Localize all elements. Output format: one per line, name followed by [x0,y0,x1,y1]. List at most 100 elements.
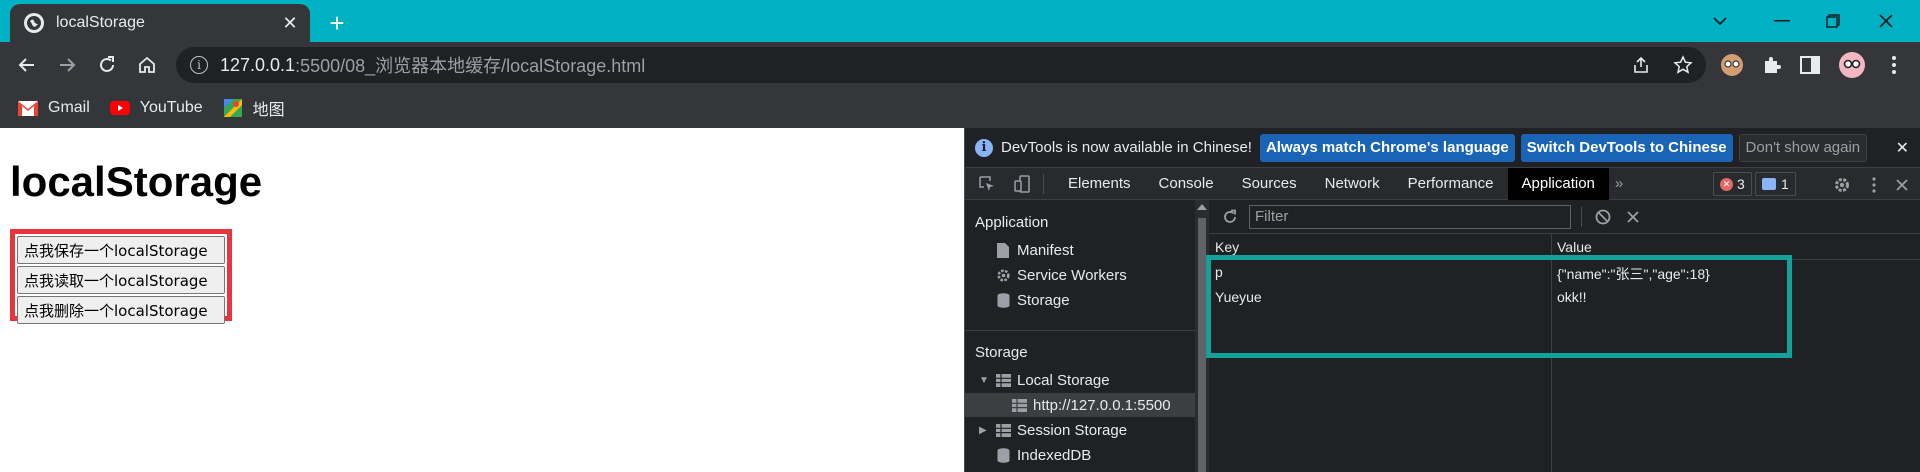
sidebar-item-label: Manifest [1017,241,1074,259]
table-row[interactable]: Yueyue okk!! [1209,285,1920,310]
refresh-icon[interactable] [1217,204,1243,230]
youtube-icon [109,100,130,116]
extension-avatar-icon[interactable] [1718,51,1746,79]
column-header-value[interactable]: Value [1557,239,1592,255]
match-language-button[interactable]: Always match Chrome's language [1259,133,1515,162]
database-icon [995,292,1011,308]
column-header-key[interactable]: Key [1215,239,1239,255]
sidebar-item-service-workers[interactable]: Service Workers [995,263,1127,287]
save-localstorage-button[interactable]: 点我保存一个localStorage [17,236,225,264]
home-icon[interactable] [132,50,162,80]
cell-key: p [1215,264,1223,280]
message-count: 1 [1781,176,1789,192]
bookmark-label: Gmail [48,99,90,116]
close-window-icon[interactable] [1866,6,1906,36]
sidebar-item-storage[interactable]: Storage [995,288,1070,312]
close-tab-icon[interactable]: ✕ [278,11,302,35]
tab-console[interactable]: Console [1145,168,1228,200]
tab-separator [1043,173,1044,194]
sidebar-item-local-origin[interactable]: http://127.0.0.1:5500 [1011,393,1171,417]
back-icon[interactable] [12,50,42,80]
sidebar-item-label: Session Storage [1017,421,1128,439]
url-path: :5500/08_浏览器本地缓存/localStorage.html [295,56,646,76]
gmail-icon [18,100,38,116]
sidebar-item-label: Local Storage [1017,371,1110,389]
filter-input[interactable]: Filter [1249,204,1571,229]
page-heading: localStorage [10,158,263,205]
devtools-panel: i DevTools is now available in Chinese! … [964,128,1920,472]
sidebar-item-session-storage[interactable]: ▶ Session Storage [979,418,1127,442]
grid-icon [995,422,1011,438]
devtools-tab-bar: Elements Console Sources Network Perform… [965,167,1920,200]
scrollbar-thumb[interactable] [1198,218,1206,472]
message-icon [1762,178,1776,190]
sidebar-item-indexeddb[interactable]: IndexedDB [995,443,1091,467]
delete-localstorage-button[interactable]: 点我删除一个localStorage [17,296,225,324]
address-bar[interactable]: i 127.0.0.1:5500/08_浏览器本地缓存/localStorage… [176,47,1706,83]
tab-elements[interactable]: Elements [1054,168,1145,200]
menu-dots-icon[interactable] [1880,51,1908,79]
application-sidebar: Application Manifest Service Workers Sto… [965,200,1195,472]
sidebar-scrollbar[interactable] [1195,200,1209,472]
reload-icon[interactable] [92,50,122,80]
new-tab-button[interactable]: + [322,8,352,38]
collapse-arrow-icon[interactable]: ▶ [979,425,991,436]
devtools-menu-icon[interactable] [1863,174,1885,196]
minimize-icon[interactable] [1762,6,1802,36]
storage-table: Key Value p {"name":"张三","age":18} Yueyu… [1209,234,1920,472]
bookmark-label: 地图 [252,102,285,119]
site-info-icon[interactable]: i [190,56,208,74]
sidebar-item-manifest[interactable]: Manifest [995,238,1074,262]
expand-arrow-icon[interactable]: ▼ [979,375,991,386]
cell-value: {"name":"张三","age":18} [1557,266,1710,282]
bookmark-maps[interactable]: 地图 [223,96,285,120]
sidebar-item-label: Service Workers [1017,266,1127,284]
tab-application[interactable]: Application [1507,167,1609,200]
delete-selected-icon[interactable] [1622,206,1644,228]
share-icon[interactable] [1626,50,1656,80]
bookmark-label: YouTube [139,99,203,116]
close-devtools-icon[interactable] [1891,174,1913,196]
extensions-puzzle-icon[interactable] [1758,51,1786,79]
storage-toolbar: Filter [1209,200,1920,234]
page-viewport: localStorage 点我保存一个localStorage 点我读取一个lo… [0,128,964,472]
tab-network[interactable]: Network [1311,168,1394,200]
read-localstorage-button[interactable]: 点我读取一个localStorage [17,266,225,294]
tab-sources[interactable]: Sources [1228,168,1311,200]
more-tabs-icon[interactable]: » [1609,168,1629,200]
messages-badge[interactable]: 1 [1755,172,1796,196]
restore-icon[interactable] [1813,6,1853,36]
inspect-element-icon[interactable] [973,170,1001,198]
toolbar-separator [1581,206,1582,227]
bookmark-star-icon[interactable] [1668,50,1698,80]
cell-key: Yueyue [1215,289,1262,305]
gear-icon [995,267,1011,283]
close-infobar-icon[interactable]: ✕ [1896,138,1909,158]
profile-avatar-icon[interactable] [1838,51,1866,79]
infobar-message: DevTools is now available in Chinese! [1001,139,1252,156]
sidebar-item-label: Storage [1017,291,1070,309]
settings-gear-icon[interactable] [1831,174,1853,196]
table-row[interactable]: p {"name":"张三","age":18} [1209,260,1920,285]
cell-value: okk!! [1557,289,1587,305]
bookmark-gmail[interactable]: Gmail [18,99,90,117]
globe-icon [24,13,44,33]
language-infobar: i DevTools is now available in Chinese! … [965,128,1920,168]
dont-show-again-button[interactable]: Don't show again [1738,133,1868,162]
tab-search-icon[interactable] [1700,6,1740,36]
database-icon [995,447,1011,463]
sidebar-divider [965,330,1195,331]
tab-performance[interactable]: Performance [1394,168,1508,200]
side-panel-icon[interactable] [1796,51,1824,79]
sidebar-storage-header: Storage [975,344,1028,361]
clear-all-icon[interactable] [1592,206,1614,228]
forward-icon[interactable] [52,50,82,80]
scroll-up-icon[interactable] [1197,204,1207,210]
errors-badge[interactable]: ✕ 3 [1713,172,1752,196]
browser-tab[interactable]: localStorage ✕ [10,4,310,42]
device-toolbar-icon[interactable] [1009,170,1037,198]
title-bar: localStorage ✕ + [0,0,1920,42]
switch-chinese-button[interactable]: Switch DevTools to Chinese [1520,133,1733,162]
bookmark-youtube[interactable]: YouTube [109,99,203,117]
sidebar-item-local-storage[interactable]: ▼ Local Storage [979,368,1110,392]
